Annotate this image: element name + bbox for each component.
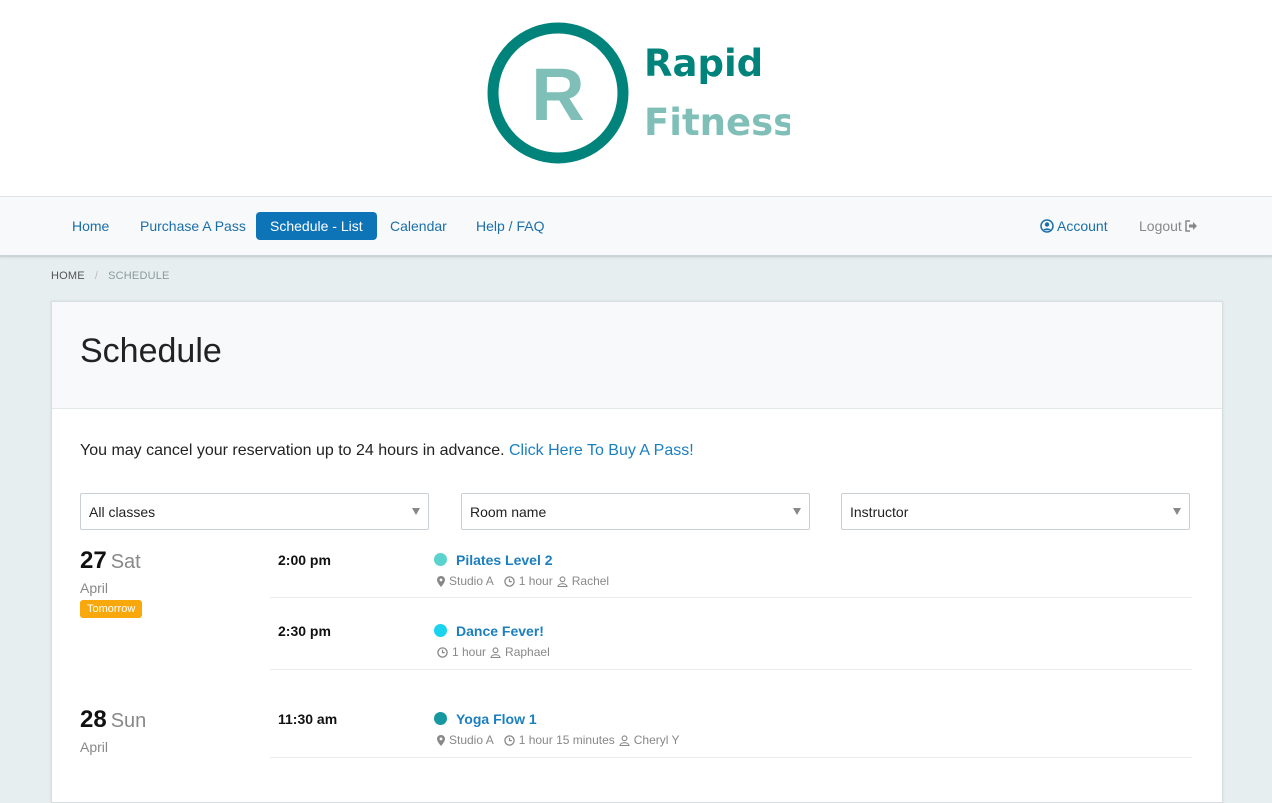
rapid-fitness-logo[interactable]: R Rapid Fitness: [482, 18, 790, 166]
logo-mark: R: [531, 53, 584, 136]
chevron-down-icon: [1173, 508, 1181, 515]
sign-out-icon: [1185, 220, 1197, 232]
class-color-dot: [434, 712, 447, 725]
class-color-dot: [434, 624, 447, 637]
tomorrow-badge: Tomorrow: [80, 600, 143, 618]
row-divider: [270, 669, 1192, 670]
chevron-down-icon: [793, 508, 801, 515]
schedule-panel: Schedule You may cancel your reservation…: [51, 301, 1223, 803]
class-time: 2:30 pm: [278, 623, 331, 639]
class-name-link[interactable]: Dance Fever!: [456, 623, 544, 639]
day-month: April: [80, 739, 109, 755]
nav-logout[interactable]: Logout: [1139, 212, 1198, 240]
site-header: R Rapid Fitness: [0, 0, 1272, 197]
nav-home[interactable]: Home: [72, 212, 109, 240]
day-month: April: [80, 580, 109, 596]
user-icon: [557, 575, 568, 587]
breadcrumb-current: SCHEDULE: [108, 270, 170, 282]
instructor-filter-select[interactable]: Instructor: [841, 493, 1190, 530]
room-filter-select[interactable]: Room name: [461, 493, 810, 530]
breadcrumb-home[interactable]: HOME: [51, 270, 85, 282]
class-instructor: Raphael: [505, 645, 550, 659]
instructor-filter-value: Instructor: [850, 504, 909, 520]
user-icon: [490, 646, 501, 658]
class-room: Studio A: [449, 733, 494, 747]
logout-label: Logout: [1139, 218, 1182, 234]
map-marker-icon: [437, 575, 445, 587]
day-date: 27 Sat: [80, 547, 141, 575]
class-filter-select[interactable]: All classes: [80, 493, 429, 530]
buy-pass-link[interactable]: Click Here To Buy A Pass!: [509, 442, 694, 459]
nav-help-faq[interactable]: Help / FAQ: [476, 212, 544, 240]
clock-icon: [503, 575, 515, 587]
clock-icon: [437, 646, 448, 658]
class-name-link[interactable]: Yoga Flow 1: [456, 711, 537, 727]
row-divider: [270, 597, 1192, 598]
clock-icon: [503, 734, 515, 746]
class-duration: 1 hour 15 minutes: [518, 733, 615, 747]
class-time: 2:00 pm: [278, 552, 331, 568]
class-filter-value: All classes: [89, 504, 156, 520]
day-number: 28: [80, 706, 107, 733]
day-weekday: Sat: [110, 551, 141, 573]
day-date: 28 Sun: [80, 706, 146, 734]
map-marker-icon: [437, 734, 445, 746]
logo-line-1: Rapid: [644, 42, 763, 85]
class-duration: 1 hour: [518, 574, 553, 588]
nav-calendar[interactable]: Calendar: [390, 212, 447, 240]
page-title: Schedule: [80, 332, 222, 370]
day-number: 27: [80, 547, 107, 574]
class-instructor: Cheryl Y: [633, 733, 680, 747]
room-filter-value: Room name: [470, 504, 547, 520]
user-icon: [619, 734, 630, 746]
class-duration: 1 hour: [452, 645, 487, 659]
class-color-dot: [434, 553, 447, 566]
breadcrumb-separator: /: [94, 270, 99, 282]
nav-account[interactable]: Account: [1040, 212, 1108, 240]
class-room: Studio A: [449, 574, 494, 588]
class-instructor: Rachel: [571, 574, 610, 588]
class-name-link[interactable]: Pilates Level 2: [456, 552, 553, 568]
main-nav: Home Purchase A Pass Schedule - List Cal…: [0, 197, 1272, 257]
class-time: 11:30 am: [278, 711, 338, 727]
notice-text: You may cancel your reservation up to 24…: [80, 442, 509, 459]
panel-header: Schedule: [52, 302, 1222, 409]
class-meta: Studio A 1 hour Rachel: [437, 574, 609, 588]
day-weekday: Sun: [110, 710, 147, 732]
nav-purchase-a-pass[interactable]: Purchase A Pass: [140, 212, 246, 240]
breadcrumb: HOME / SCHEDULE: [51, 270, 170, 282]
cancellation-notice: You may cancel your reservation up to 24…: [80, 442, 694, 460]
user-circle-icon: [1040, 219, 1054, 233]
class-meta: 1 hour Raphael: [437, 645, 550, 659]
class-meta: Studio A 1 hour 15 minutes Cheryl Y: [437, 733, 680, 747]
account-label: Account: [1057, 218, 1108, 234]
logo-line-2: Fitness: [644, 101, 790, 144]
nav-schedule-list[interactable]: Schedule - List: [256, 212, 377, 240]
row-divider: [270, 757, 1192, 758]
chevron-down-icon: [412, 508, 420, 515]
